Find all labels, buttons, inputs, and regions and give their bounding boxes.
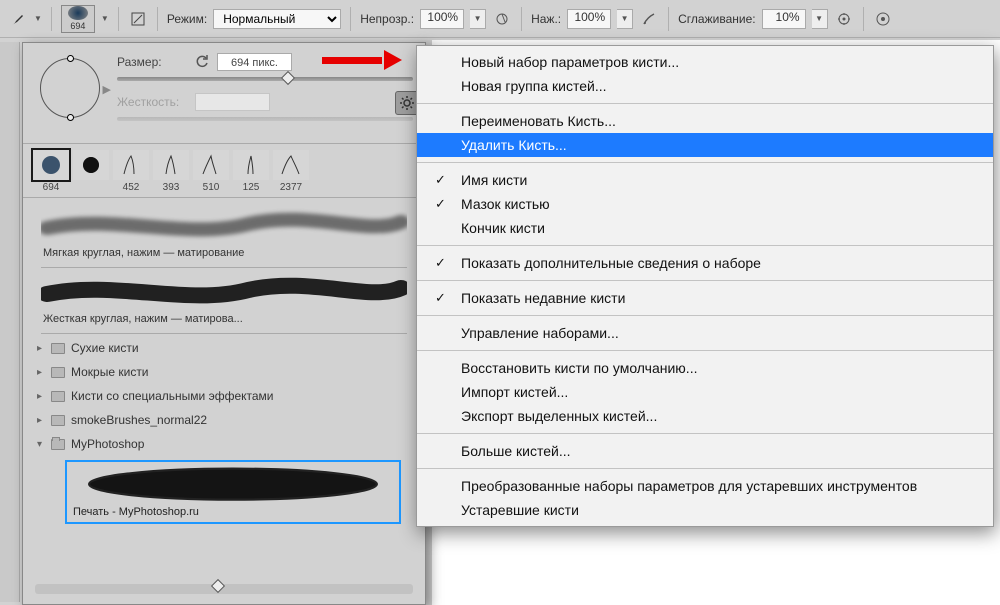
menu-converted-legacy-presets[interactable]: Преобразованные наборы параметров для ус…: [417, 474, 993, 498]
menu-brush-tip[interactable]: Кончик кисти: [417, 216, 993, 240]
menu-brush-name[interactable]: ✓Имя кисти: [417, 168, 993, 192]
menu-import-brushes[interactable]: Импорт кистей...: [417, 380, 993, 404]
options-bar: ▼ 694 ▼ Режим: Нормальный Непрозр.: 100%…: [0, 0, 1000, 38]
brush-folder[interactable]: ▸smokeBrushes_normal22: [31, 408, 417, 432]
tool-preset-dropdown-icon[interactable]: ▼: [34, 14, 42, 23]
recent-brush[interactable]: 125: [233, 150, 269, 193]
menu-preset-manager[interactable]: Управление наборами...: [417, 321, 993, 345]
selected-brush-preset[interactable]: Печать - MyPhotoshop.ru: [65, 460, 401, 524]
menu-show-additional-info[interactable]: ✓Показать дополнительные сведения о набо…: [417, 251, 993, 275]
flow-dropdown-icon[interactable]: ▼: [617, 9, 633, 29]
check-icon: ✓: [435, 290, 446, 306]
smoothing-label: Сглаживание:: [678, 12, 755, 26]
recent-brush[interactable]: 694: [33, 150, 69, 193]
brush-zoom-slider[interactable]: [35, 584, 413, 594]
airbrush-icon[interactable]: [639, 9, 659, 29]
recent-brush[interactable]: 393: [153, 150, 189, 193]
flow-label: Наж.:: [531, 12, 561, 26]
smoothing-dropdown-icon[interactable]: ▼: [812, 9, 828, 29]
brush-preset-thumb[interactable]: 694: [61, 5, 95, 33]
size-label: Размер:: [117, 55, 187, 69]
flow-input[interactable]: 100%: [567, 9, 611, 29]
smoothing-options-icon[interactable]: [834, 9, 854, 29]
recent-brush[interactable]: 510: [193, 150, 229, 193]
check-icon: ✓: [435, 255, 446, 271]
hardness-value: [195, 93, 270, 111]
check-icon: ✓: [435, 196, 446, 212]
menu-get-more-brushes[interactable]: Больше кистей...: [417, 439, 993, 463]
menu-new-brush-group[interactable]: Новая группа кистей...: [417, 74, 993, 98]
recent-brush[interactable]: [73, 150, 109, 193]
recent-brushes-strip: 694 452 393 510 125 2377: [23, 143, 425, 198]
menu-show-recent-brushes[interactable]: ✓Показать недавние кисти: [417, 286, 993, 310]
menu-rename-brush[interactable]: Переименовать Кисть...: [417, 109, 993, 133]
menu-export-selected[interactable]: Экспорт выделенных кистей...: [417, 404, 993, 428]
brush-picker-dropdown-icon[interactable]: ▼: [101, 14, 109, 23]
size-value[interactable]: 694 пикс.: [217, 53, 292, 71]
mode-label: Режим:: [167, 12, 207, 26]
recent-brush[interactable]: 452: [113, 150, 149, 193]
menu-legacy-brushes[interactable]: Устаревшие кисти: [417, 498, 993, 522]
brush-preset[interactable]: Мягкая круглая, нажим — матирование: [41, 206, 407, 268]
brush-folder[interactable]: ▸Мокрые кисти: [31, 360, 417, 384]
menu-brush-stroke[interactable]: ✓Мазок кистью: [417, 192, 993, 216]
brush-preset-list[interactable]: Мягкая круглая, нажим — матирование Жест…: [23, 198, 425, 578]
brush-folder-open[interactable]: ▾MyPhotoshop: [31, 432, 417, 456]
blend-mode-select[interactable]: Нормальный: [213, 9, 341, 29]
brush-tool-icon: [8, 9, 28, 29]
opacity-dropdown-icon[interactable]: ▼: [470, 9, 486, 29]
brush-settings-icon[interactable]: [128, 9, 148, 29]
check-icon: ✓: [435, 172, 446, 188]
brush-angle-widget[interactable]: ▶: [35, 53, 105, 123]
opacity-input[interactable]: 100%: [420, 9, 464, 29]
brush-preset[interactable]: Жесткая круглая, нажим — матирова...: [41, 272, 407, 334]
left-dock: [0, 42, 20, 602]
brush-preset-size: 694: [70, 21, 85, 31]
brush-preset-caption: Мягкая круглая, нажим — матирование: [41, 244, 407, 268]
brush-folder[interactable]: ▸Сухие кисти: [31, 336, 417, 360]
brush-context-menu: Новый набор параметров кисти... Новая гр…: [416, 45, 994, 527]
hardness-slider: [117, 117, 413, 121]
menu-delete-brush[interactable]: Удалить Кисть...: [417, 133, 993, 157]
reset-size-icon[interactable]: [195, 54, 209, 71]
size-slider[interactable]: [117, 77, 413, 81]
brush-folder[interactable]: ▸Кисти со специальными эффектами: [31, 384, 417, 408]
menu-new-brush-preset[interactable]: Новый набор параметров кисти...: [417, 50, 993, 74]
smoothing-input[interactable]: 10%: [762, 9, 806, 29]
size-pressure-icon[interactable]: [873, 9, 893, 29]
menu-restore-default[interactable]: Восстановить кисти по умолчанию...: [417, 356, 993, 380]
recent-brush[interactable]: 2377: [273, 150, 309, 193]
opacity-pressure-icon[interactable]: [492, 9, 512, 29]
brush-preset-panel: ▶ Размер: 694 пикс. Жесткость: 694: [22, 42, 426, 605]
brush-preset-caption: Жесткая круглая, нажим — матирова...: [41, 310, 407, 334]
opacity-label: Непрозр.:: [360, 12, 414, 26]
hardness-label: Жесткость:: [117, 95, 187, 109]
